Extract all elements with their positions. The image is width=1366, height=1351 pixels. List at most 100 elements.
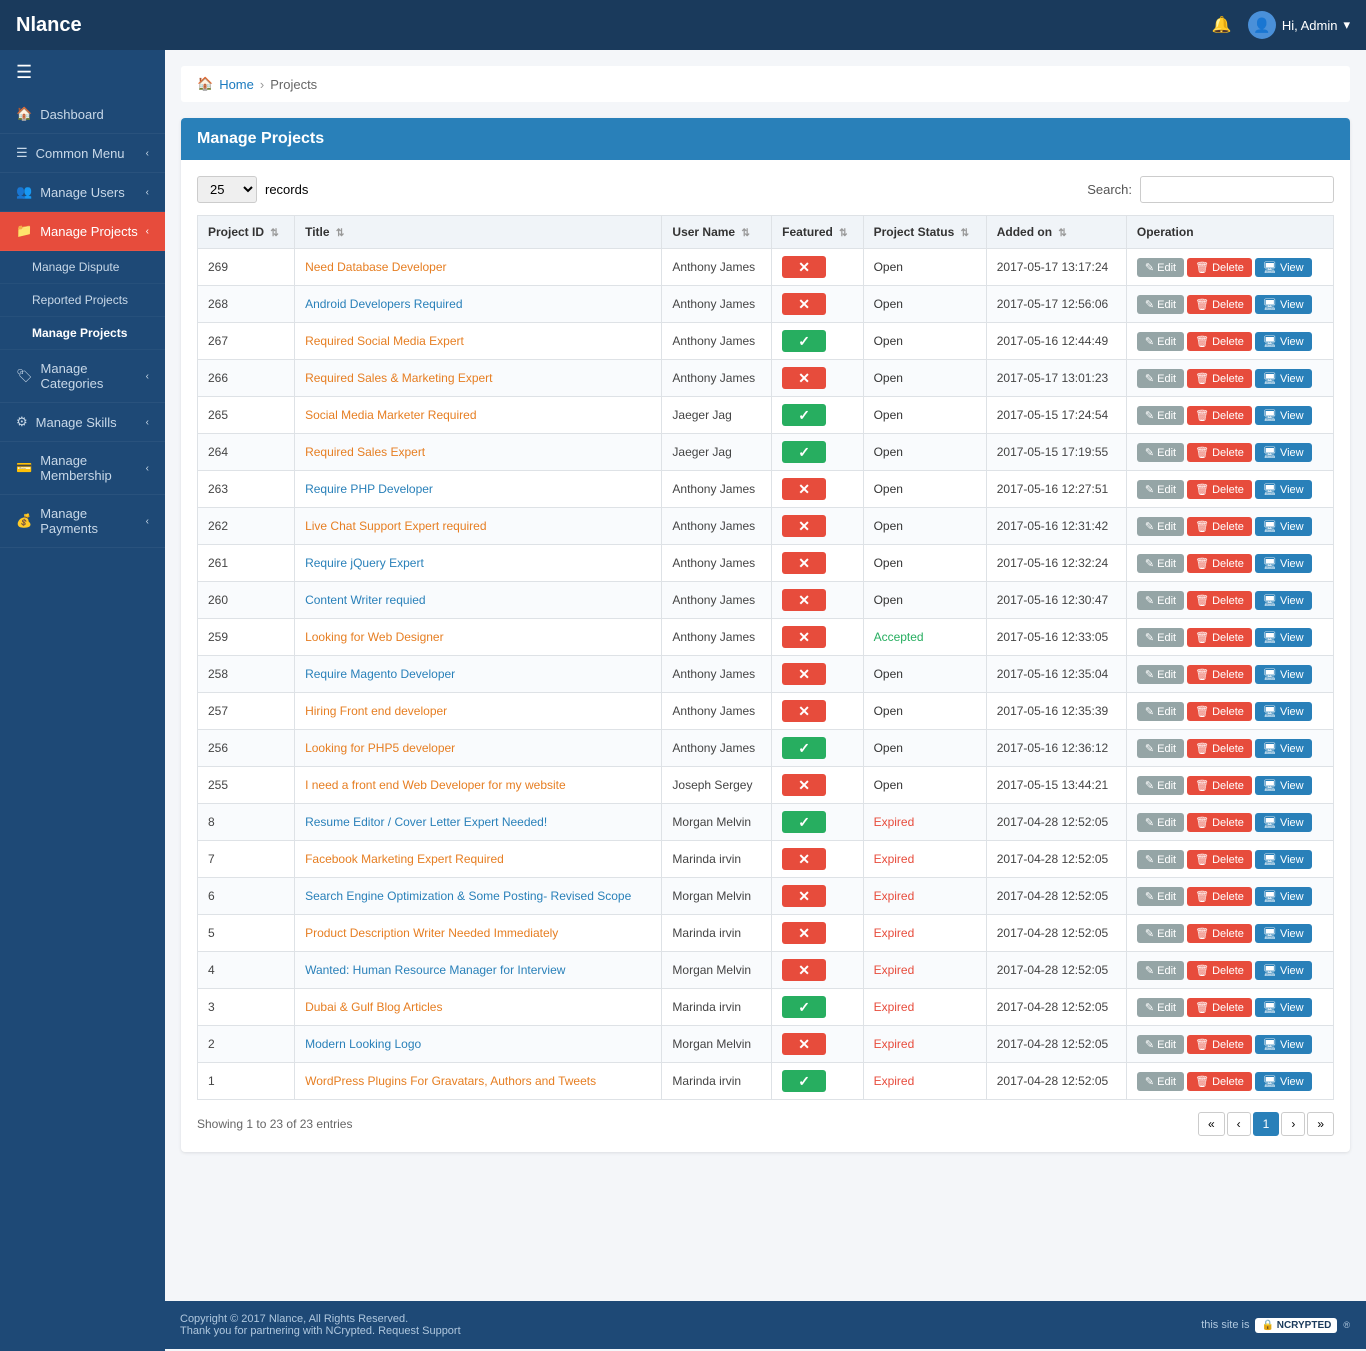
- delete-button[interactable]: 🗑 Delete: [1187, 702, 1252, 721]
- project-title-link[interactable]: Live Chat Support Expert required: [305, 519, 486, 533]
- view-button[interactable]: 🖥 View: [1255, 961, 1312, 980]
- view-button[interactable]: 🖥 View: [1255, 776, 1312, 795]
- edit-button[interactable]: ✎ Edit: [1137, 628, 1184, 647]
- view-button[interactable]: 🖥 View: [1255, 998, 1312, 1017]
- view-button[interactable]: 🖥 View: [1255, 739, 1312, 758]
- featured-toggle[interactable]: ✕: [782, 515, 826, 537]
- project-title-link[interactable]: Require Magento Developer: [305, 667, 455, 681]
- project-title-link[interactable]: Dubai & Gulf Blog Articles: [305, 1000, 442, 1014]
- delete-button[interactable]: 🗑 Delete: [1187, 480, 1252, 499]
- edit-button[interactable]: ✎ Edit: [1137, 480, 1184, 499]
- search-input[interactable]: [1140, 176, 1334, 203]
- featured-toggle[interactable]: ✕: [782, 1033, 826, 1055]
- edit-button[interactable]: ✎ Edit: [1137, 295, 1184, 314]
- featured-toggle[interactable]: ✓: [782, 441, 826, 463]
- sidebar-sub-item-reported-projects[interactable]: Reported Projects: [0, 284, 165, 317]
- pagination-prev-button[interactable]: ‹: [1227, 1112, 1251, 1136]
- sidebar-item-manage-skills[interactable]: ⚙ Manage Skills ‹: [0, 403, 165, 442]
- featured-toggle[interactable]: ✕: [782, 774, 826, 796]
- edit-button[interactable]: ✎ Edit: [1137, 776, 1184, 795]
- view-button[interactable]: 🖥 View: [1255, 1072, 1312, 1091]
- pagination-first-button[interactable]: «: [1198, 1112, 1225, 1136]
- featured-toggle[interactable]: ✓: [782, 996, 826, 1018]
- featured-toggle[interactable]: ✕: [782, 885, 826, 907]
- featured-toggle[interactable]: ✓: [782, 330, 826, 352]
- view-button[interactable]: 🖥 View: [1255, 850, 1312, 869]
- view-button[interactable]: 🖥 View: [1255, 369, 1312, 388]
- view-button[interactable]: 🖥 View: [1255, 258, 1312, 277]
- pagination-last-button[interactable]: »: [1307, 1112, 1334, 1136]
- sidebar-sub-item-manage-dispute[interactable]: Manage Dispute: [0, 251, 165, 284]
- featured-toggle[interactable]: ✕: [782, 663, 826, 685]
- sidebar-item-manage-users[interactable]: 👥 Manage Users ‹: [0, 173, 165, 212]
- featured-toggle[interactable]: ✕: [782, 478, 826, 500]
- delete-button[interactable]: 🗑 Delete: [1187, 443, 1252, 462]
- records-per-page-select[interactable]: 10 25 50 100: [197, 176, 257, 203]
- edit-button[interactable]: ✎ Edit: [1137, 739, 1184, 758]
- edit-button[interactable]: ✎ Edit: [1137, 332, 1184, 351]
- project-title-link[interactable]: Modern Looking Logo: [305, 1037, 421, 1051]
- delete-button[interactable]: 🗑 Delete: [1187, 924, 1252, 943]
- featured-toggle[interactable]: ✕: [782, 848, 826, 870]
- project-title-link[interactable]: Wanted: Human Resource Manager for Inter…: [305, 963, 565, 977]
- project-title-link[interactable]: Facebook Marketing Expert Required: [305, 852, 504, 866]
- view-button[interactable]: 🖥 View: [1255, 295, 1312, 314]
- sidebar-item-manage-categories[interactable]: 🏷 Manage Categories ‹: [0, 350, 165, 403]
- project-title-link[interactable]: Search Engine Optimization & Some Postin…: [305, 889, 631, 903]
- project-title-link[interactable]: Content Writer requied: [305, 593, 426, 607]
- delete-button[interactable]: 🗑 Delete: [1187, 1072, 1252, 1091]
- view-button[interactable]: 🖥 View: [1255, 517, 1312, 536]
- delete-button[interactable]: 🗑 Delete: [1187, 665, 1252, 684]
- sidebar-item-manage-projects[interactable]: 📁 Manage Projects ‹: [0, 212, 165, 251]
- edit-button[interactable]: ✎ Edit: [1137, 665, 1184, 684]
- view-button[interactable]: 🖥 View: [1255, 443, 1312, 462]
- sidebar-item-dashboard[interactable]: 🏠 Dashboard: [0, 95, 165, 134]
- edit-button[interactable]: ✎ Edit: [1137, 702, 1184, 721]
- featured-toggle[interactable]: ✕: [782, 626, 826, 648]
- project-title-link[interactable]: Require PHP Developer: [305, 482, 433, 496]
- project-title-link[interactable]: Need Database Developer: [305, 260, 446, 274]
- project-title-link[interactable]: Product Description Writer Needed Immedi…: [305, 926, 558, 940]
- delete-button[interactable]: 🗑 Delete: [1187, 998, 1252, 1017]
- featured-toggle[interactable]: ✕: [782, 700, 826, 722]
- delete-button[interactable]: 🗑 Delete: [1187, 517, 1252, 536]
- edit-button[interactable]: ✎ Edit: [1137, 813, 1184, 832]
- delete-button[interactable]: 🗑 Delete: [1187, 406, 1252, 425]
- project-title-link[interactable]: I need a front end Web Developer for my …: [305, 778, 566, 792]
- edit-button[interactable]: ✎ Edit: [1137, 998, 1184, 1017]
- project-title-link[interactable]: Required Sales & Marketing Expert: [305, 371, 492, 385]
- view-button[interactable]: 🖥 View: [1255, 665, 1312, 684]
- sidebar-item-common-menu[interactable]: ☰ Common Menu ‹: [0, 134, 165, 173]
- view-button[interactable]: 🖥 View: [1255, 480, 1312, 499]
- project-title-link[interactable]: WordPress Plugins For Gravatars, Authors…: [305, 1074, 596, 1088]
- delete-button[interactable]: 🗑 Delete: [1187, 332, 1252, 351]
- pagination-next-button[interactable]: ›: [1281, 1112, 1305, 1136]
- sidebar-item-manage-payments[interactable]: 💰 Manage Payments ‹: [0, 495, 165, 548]
- delete-button[interactable]: 🗑 Delete: [1187, 258, 1252, 277]
- edit-button[interactable]: ✎ Edit: [1137, 850, 1184, 869]
- view-button[interactable]: 🖥 View: [1255, 813, 1312, 832]
- project-title-link[interactable]: Looking for Web Designer: [305, 630, 444, 644]
- featured-toggle[interactable]: ✕: [782, 959, 826, 981]
- featured-toggle[interactable]: ✓: [782, 1070, 826, 1092]
- project-title-link[interactable]: Hiring Front end developer: [305, 704, 447, 718]
- pagination-page-1-button[interactable]: 1: [1253, 1112, 1280, 1136]
- view-button[interactable]: 🖥 View: [1255, 406, 1312, 425]
- edit-button[interactable]: ✎ Edit: [1137, 554, 1184, 573]
- edit-button[interactable]: ✎ Edit: [1137, 443, 1184, 462]
- project-title-link[interactable]: Required Sales Expert: [305, 445, 425, 459]
- edit-button[interactable]: ✎ Edit: [1137, 406, 1184, 425]
- view-button[interactable]: 🖥 View: [1255, 332, 1312, 351]
- delete-button[interactable]: 🗑 Delete: [1187, 591, 1252, 610]
- edit-button[interactable]: ✎ Edit: [1137, 887, 1184, 906]
- delete-button[interactable]: 🗑 Delete: [1187, 850, 1252, 869]
- delete-button[interactable]: 🗑 Delete: [1187, 776, 1252, 795]
- sidebar-toggle-button[interactable]: ☰: [0, 50, 165, 95]
- delete-button[interactable]: 🗑 Delete: [1187, 1035, 1252, 1054]
- featured-toggle[interactable]: ✓: [782, 737, 826, 759]
- breadcrumb-home-link[interactable]: Home: [219, 77, 254, 92]
- project-title-link[interactable]: Require jQuery Expert: [305, 556, 424, 570]
- delete-button[interactable]: 🗑 Delete: [1187, 739, 1252, 758]
- featured-toggle[interactable]: ✕: [782, 367, 826, 389]
- delete-button[interactable]: 🗑 Delete: [1187, 887, 1252, 906]
